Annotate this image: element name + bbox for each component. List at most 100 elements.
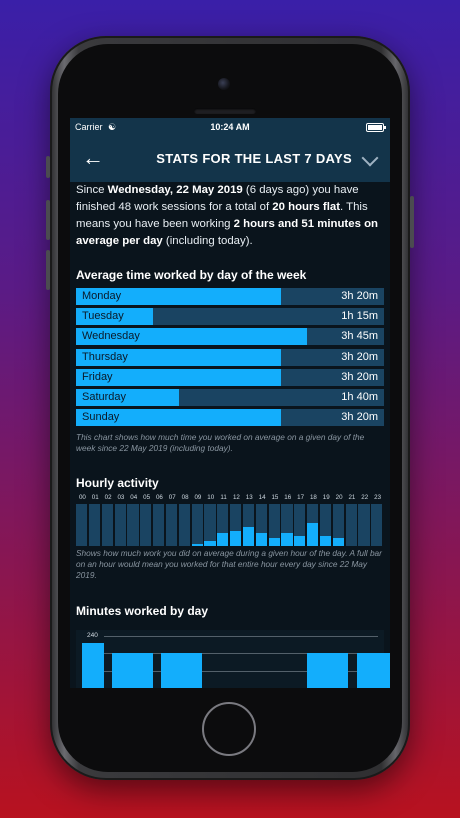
hour-label: 18 <box>309 494 317 501</box>
weekday-row: Saturday 1h 40m <box>76 388 384 406</box>
chevron-down-icon[interactable] <box>361 149 379 167</box>
hour-bar <box>217 533 229 546</box>
hour-label: 15 <box>271 494 279 501</box>
minutes-section-title: Minutes worked by day <box>76 604 209 618</box>
weekday-chart: Monday 3h 20m Tuesday 1h 15m Wednesday 3h 45m… <box>76 288 384 429</box>
hour-slot <box>153 504 165 546</box>
hour-bar <box>307 522 319 546</box>
hour-label: 14 <box>258 494 266 501</box>
hour-label: 22 <box>361 494 369 501</box>
minutes-bar <box>112 653 153 688</box>
weekday-value: 3h 45m <box>341 330 378 343</box>
hour-slot <box>242 504 255 546</box>
weekday-row: Friday 3h 20m <box>76 368 384 386</box>
hour-bar <box>242 527 255 546</box>
hour-slot <box>281 504 293 546</box>
hour-label: 21 <box>348 494 356 501</box>
hourly-section-title: Hourly activity <box>76 476 159 490</box>
y-tick-label: 240 <box>87 632 98 639</box>
weekday-value: 3h 20m <box>341 350 378 363</box>
hour-slot <box>332 504 344 546</box>
weekday-label: Saturday <box>82 390 127 403</box>
minutes-bar <box>307 653 348 688</box>
volume-up-button <box>46 200 50 240</box>
summary-total: 20 hours flat <box>272 201 341 213</box>
hour-label: 04 <box>130 494 138 501</box>
status-bar: Carrier ☯ 10:24 AM <box>70 118 390 136</box>
battery-icon <box>366 123 386 132</box>
hour-bar <box>255 533 267 546</box>
home-button[interactable] <box>202 702 256 756</box>
hour-label: 01 <box>91 494 99 501</box>
stats-content[interactable]: Since Wednesday, 22 May 2019 (6 days ago… <box>70 182 390 688</box>
hour-bar <box>332 537 344 546</box>
hour-slot <box>178 504 190 546</box>
hour-slot <box>307 504 319 546</box>
status-time: 10:24 AM <box>210 122 250 132</box>
hourly-chart-note: Shows how much work you did on average d… <box>76 548 382 580</box>
hour-bar <box>230 531 242 546</box>
weekday-value: 3h 20m <box>341 411 378 424</box>
weekday-label: Tuesday <box>82 310 124 323</box>
minutes-bar <box>82 642 104 688</box>
mute-switch <box>46 156 50 178</box>
earpiece-speaker <box>194 108 256 114</box>
weekday-label: Friday <box>82 370 113 383</box>
grid-line <box>104 636 378 637</box>
hour-slot <box>127 504 139 546</box>
summary-text: (including today). <box>162 235 253 247</box>
hour-label: 09 <box>194 494 202 501</box>
hour-bar <box>281 533 293 546</box>
hour-slot <box>88 504 101 546</box>
weekday-label: Thursday <box>82 350 128 363</box>
hour-label: 07 <box>168 494 176 501</box>
hour-label: 05 <box>143 494 151 501</box>
weekday-row: Wednesday 3h 45m <box>76 328 384 346</box>
hour-label: 13 <box>245 494 253 501</box>
weekday-row: Thursday 3h 20m <box>76 348 384 366</box>
stats-summary: Since Wednesday, 22 May 2019 (6 days ago… <box>76 182 386 250</box>
hourly-chart <box>76 504 384 546</box>
hour-bar <box>294 535 306 546</box>
summary-text: Since <box>76 184 108 196</box>
hour-bar <box>191 543 203 546</box>
hour-bar <box>268 537 280 546</box>
hour-slot <box>114 504 126 546</box>
hour-label: 00 <box>78 494 86 501</box>
hour-label: 11 <box>220 494 227 501</box>
hour-label: 20 <box>335 494 343 501</box>
hour-label: 16 <box>284 494 292 501</box>
weekday-section-title: Average time worked by day of the week <box>76 268 307 282</box>
minutes-bar <box>357 653 390 688</box>
hour-slot <box>319 504 332 546</box>
hour-label: 19 <box>322 494 330 501</box>
hour-slot <box>101 504 113 546</box>
hour-slot <box>76 504 88 546</box>
weekday-label: Monday <box>82 290 122 302</box>
hour-bar <box>319 535 332 546</box>
hour-label: 12 <box>232 494 240 501</box>
weekday-label: Sunday <box>82 411 120 424</box>
hour-slot <box>255 504 267 546</box>
hour-slot <box>345 504 357 546</box>
hour-slot <box>165 504 178 546</box>
arrow-left-icon[interactable]: ← <box>82 146 104 170</box>
weekday-row: Tuesday 1h 15m <box>76 308 384 326</box>
weekday-row: Sunday 3h 20m <box>76 409 384 427</box>
nav-bar: ← STATS FOR THE LAST 7 DAYS <box>70 136 390 182</box>
hour-label: 23 <box>374 494 382 501</box>
hour-label: 03 <box>117 494 125 501</box>
hour-slot <box>294 504 306 546</box>
weekday-row: Monday 3h 20m <box>76 288 384 305</box>
page-title[interactable]: STATS FOR THE LAST 7 DAYS <box>156 151 352 166</box>
power-button <box>410 196 414 248</box>
weekday-value: 3h 20m <box>341 370 378 383</box>
hour-slot <box>268 504 280 546</box>
minutes-chart: 240200160 <box>76 630 390 688</box>
hour-label: 10 <box>207 494 215 501</box>
front-camera <box>218 78 230 90</box>
hour-label: 06 <box>155 494 163 501</box>
hour-label: 17 <box>297 494 305 501</box>
hour-slot <box>191 504 203 546</box>
minutes-bar <box>161 653 202 688</box>
